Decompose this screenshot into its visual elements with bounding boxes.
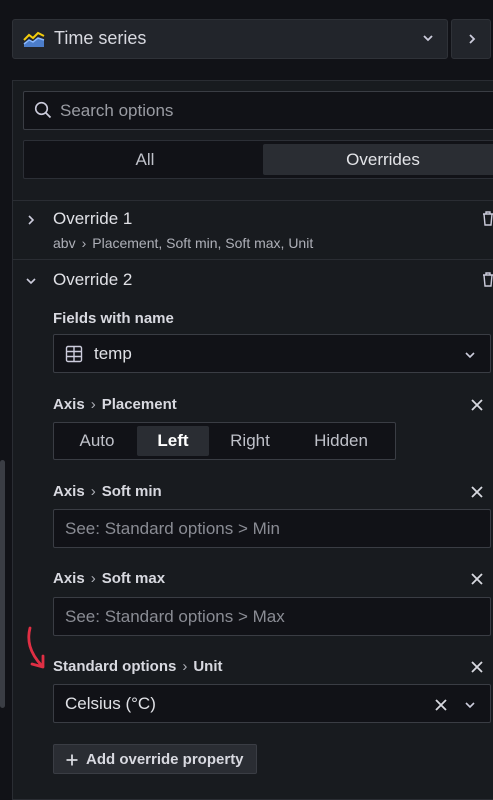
placement-option-auto[interactable]: Auto — [57, 426, 137, 456]
add-override-property-label: Add override property — [86, 751, 244, 768]
remove-placement-icon[interactable] — [470, 398, 484, 412]
scrollbar[interactable] — [0, 460, 5, 708]
unit-name: Unit — [193, 658, 223, 675]
placement-option-right[interactable]: Right — [211, 426, 289, 456]
chevron-down-icon[interactable] — [421, 31, 435, 50]
override-1-header[interactable]: Override 1 abv › Placement, Soft min, Soft… — [13, 201, 493, 259]
field-name-value: temp — [94, 344, 132, 363]
softmax-label: Axis › Soft max — [53, 570, 166, 587]
search-options-field[interactable]: Search options — [23, 91, 493, 130]
override-1-properties: Placement, Soft min, Soft max, Unit — [92, 235, 314, 251]
softmin-placeholder: See: Standard options > Min — [65, 519, 280, 538]
unit-category: Standard options — [53, 658, 177, 675]
softmax-input[interactable]: See: Standard options > Max — [53, 597, 491, 636]
add-override-property-button[interactable]: Add override property — [53, 744, 257, 774]
override-1-field: abv — [53, 235, 76, 251]
visualization-name: Time series — [54, 28, 147, 48]
remove-unit-icon[interactable] — [470, 660, 484, 674]
annotation-arrow-icon — [24, 626, 50, 677]
placement-name: Placement — [101, 396, 177, 413]
unit-value: Celsius (°C) — [65, 694, 156, 713]
trash-icon[interactable] — [482, 210, 493, 231]
placement-category: Axis — [53, 396, 85, 413]
softmin-category: Axis — [53, 483, 85, 500]
override-1-summary: abv › Placement, Soft min, Soft max, Unit — [53, 235, 314, 251]
tab-overrides[interactable]: Overrides — [263, 144, 493, 175]
clear-icon[interactable] — [435, 698, 447, 716]
remove-softmin-icon[interactable] — [470, 485, 484, 499]
tab-all[interactable]: All — [27, 144, 263, 175]
search-icon — [34, 101, 52, 124]
placement-radio-group: Auto Left Right Hidden — [53, 422, 396, 460]
chevron-down-icon — [25, 274, 37, 292]
placement-option-left[interactable]: Left — [137, 426, 209, 456]
next-button[interactable] — [451, 19, 491, 59]
softmin-label: Axis › Soft min — [53, 483, 162, 500]
chevron-down-icon — [464, 698, 476, 716]
visualization-picker[interactable]: Time series — [12, 19, 448, 59]
chevron-down-icon — [464, 348, 476, 366]
time-series-icon — [23, 30, 45, 48]
override-1-title: Override 1 — [53, 209, 133, 228]
trash-icon[interactable] — [482, 271, 493, 292]
options-tabs: All Overrides — [23, 140, 493, 179]
softmin-name: Soft min — [101, 483, 162, 500]
placement-label: Axis › Placement — [53, 396, 177, 413]
softmax-placeholder: See: Standard options > Max — [65, 607, 285, 626]
softmax-category: Axis — [53, 570, 85, 587]
softmin-input[interactable]: See: Standard options > Min — [53, 509, 491, 548]
matcher-label: Fields with name — [53, 310, 174, 327]
placement-option-hidden[interactable]: Hidden — [291, 426, 391, 456]
search-input[interactable]: Search options — [60, 101, 173, 121]
table-field-icon — [65, 345, 83, 368]
remove-softmax-icon[interactable] — [470, 572, 484, 586]
softmax-name: Soft max — [101, 570, 166, 587]
unit-select[interactable]: Celsius (°C) — [53, 684, 491, 723]
chevron-right-icon — [465, 32, 479, 51]
unit-label: Standard options › Unit — [53, 658, 223, 675]
chevron-right-icon — [25, 213, 37, 231]
plus-icon — [66, 753, 78, 771]
field-name-select[interactable]: temp — [53, 334, 491, 373]
override-2-header[interactable]: Override 2 — [13, 260, 493, 300]
override-2-title: Override 2 — [53, 270, 133, 289]
